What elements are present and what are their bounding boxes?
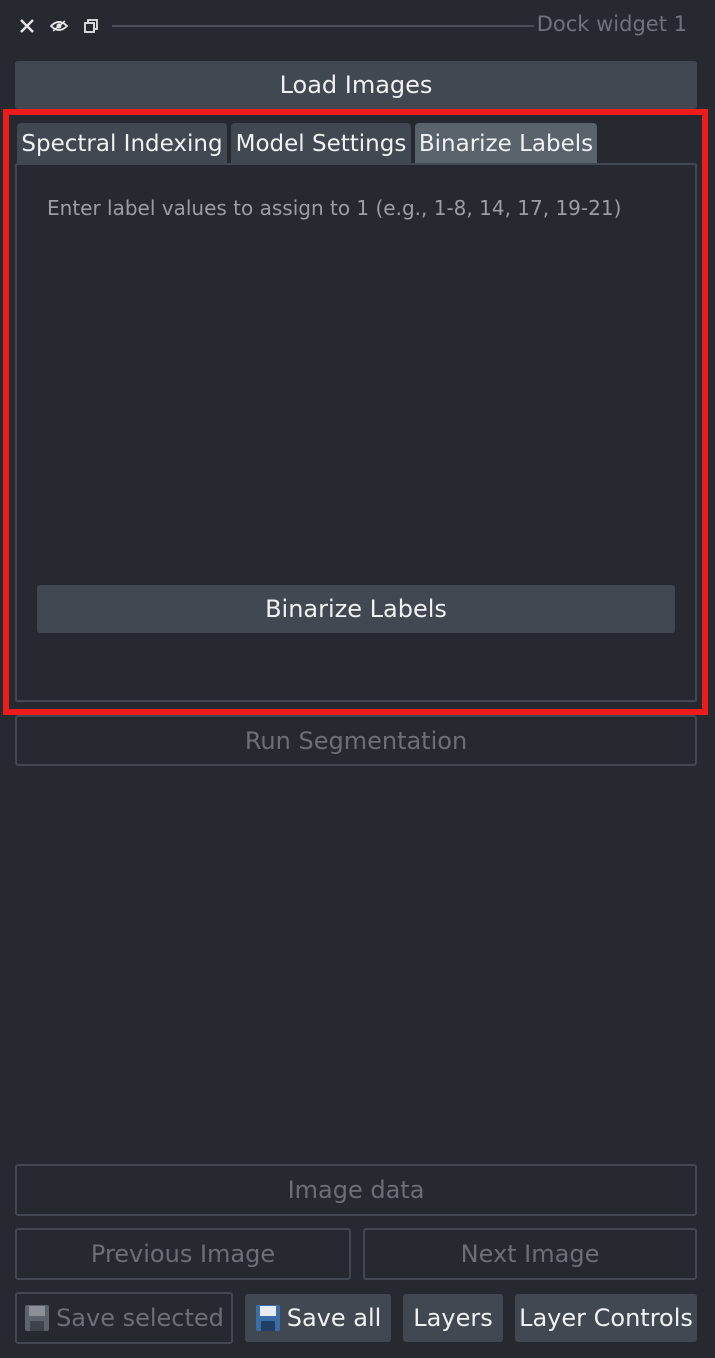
restore-icon[interactable] [79, 14, 103, 38]
dock-widget: Dock widget 1 Load Images Spectral Index… [0, 0, 715, 1358]
dock-title-bar: Dock widget 1 [0, 0, 715, 52]
save-selected-label: Save selected [56, 1304, 224, 1332]
load-images-button[interactable]: Load Images [15, 61, 697, 109]
floppy-disk-icon [24, 1304, 50, 1332]
eye-icon[interactable] [47, 14, 71, 38]
highlight-frame [3, 109, 708, 715]
save-all-button[interactable]: Save all [245, 1294, 391, 1342]
layer-controls-button[interactable]: Layer Controls [515, 1294, 697, 1342]
title-bar-divider [112, 25, 534, 27]
next-image-button[interactable]: Next Image [363, 1228, 697, 1280]
floppy-disk-icon [255, 1304, 281, 1332]
previous-image-button[interactable]: Previous Image [15, 1228, 351, 1280]
run-segmentation-button[interactable]: Run Segmentation [15, 715, 697, 766]
save-selected-button[interactable]: Save selected [15, 1292, 233, 1344]
save-all-label: Save all [286, 1304, 382, 1332]
close-icon[interactable] [15, 14, 39, 38]
image-data-button[interactable]: Image data [15, 1164, 697, 1216]
dock-title: Dock widget 1 [536, 12, 687, 36]
layers-button[interactable]: Layers [403, 1294, 503, 1342]
